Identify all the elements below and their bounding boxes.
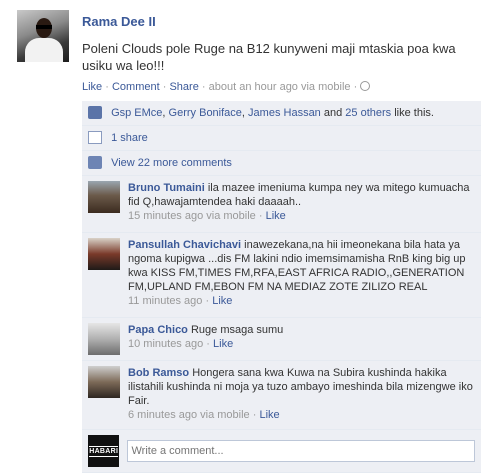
- comment-time[interactable]: 6 minutes ago via mobile: [128, 409, 250, 421]
- comment-time[interactable]: 15 minutes ago via mobile: [128, 210, 256, 222]
- share-link[interactable]: Share: [169, 81, 198, 93]
- meta-separator: ·: [206, 338, 214, 350]
- comment-item: Papa Chico Ruge msaga sumu 10 minutes ag…: [82, 318, 481, 361]
- post-meta: Like · Comment · Share · about an hour a…: [82, 81, 371, 93]
- comment-bubble-icon: [88, 156, 102, 169]
- likes-summary: Gsp EMce, Gerry Boniface, James Hassan a…: [82, 101, 481, 126]
- shares-row: 1 share: [82, 126, 481, 151]
- comment-meta: 11 minutes ago · Like: [128, 294, 473, 308]
- thumbs-up-icon: [88, 106, 102, 119]
- comment-meta: 10 minutes ago · Like: [128, 337, 473, 351]
- comment-composer: HABARI: [82, 430, 481, 473]
- commenter-avatar[interactable]: [88, 181, 120, 213]
- feed-story: Rama Dee II Poleni Clouds pole Ruge na B…: [0, 0, 498, 473]
- comment-body: Pansullah Chavichavi inawezekana,na hii …: [128, 238, 473, 312]
- comment-time[interactable]: 10 minutes ago: [128, 338, 203, 350]
- liker-name[interactable]: Gsp EMce: [111, 107, 162, 119]
- likes-others-link[interactable]: 25 others: [345, 107, 391, 119]
- comment-item: Bob Ramso Hongera sana kwa Kuwa na Subir…: [82, 361, 481, 430]
- comment-like-link[interactable]: Like: [266, 210, 286, 222]
- meta-separator: ·: [105, 81, 112, 93]
- commenter-avatar[interactable]: [88, 323, 120, 355]
- view-more-comments-link[interactable]: View 22 more comments: [111, 157, 232, 169]
- viewer-avatar[interactable]: HABARI: [88, 435, 120, 467]
- meta-separator: ·: [353, 81, 361, 93]
- comment-like-link[interactable]: Like: [213, 338, 233, 350]
- globe-icon[interactable]: [360, 81, 371, 91]
- commenter-avatar[interactable]: [88, 238, 120, 270]
- meta-separator: ·: [201, 81, 209, 93]
- meta-separator: ·: [258, 210, 266, 222]
- feedback-section: Gsp EMce, Gerry Boniface, James Hassan a…: [82, 98, 481, 473]
- share-icon: [88, 131, 102, 144]
- liker-name[interactable]: James Hassan: [248, 107, 321, 119]
- like-link[interactable]: Like: [82, 81, 102, 93]
- commenter-avatar[interactable]: [88, 366, 120, 398]
- comment-author[interactable]: Bruno Tumaini: [128, 182, 205, 194]
- view-more-comments-row[interactable]: View 22 more comments: [82, 151, 481, 176]
- liker-name[interactable]: Gerry Boniface: [169, 107, 242, 119]
- comment-body: Bruno Tumaini ila mazee imeniuma kumpa n…: [128, 181, 473, 227]
- comment-text: Ruge msaga sumu: [190, 324, 284, 336]
- comment-meta: 6 minutes ago via mobile · Like: [128, 408, 473, 422]
- comment-author[interactable]: Bob Ramso: [128, 367, 189, 379]
- likes-and-text: and: [323, 107, 343, 119]
- comment-author[interactable]: Pansullah Chavichavi: [128, 239, 241, 251]
- comment-like-link[interactable]: Like: [212, 295, 232, 307]
- comment-body: Bob Ramso Hongera sana kwa Kuwa na Subir…: [128, 366, 473, 424]
- comment-input[interactable]: [127, 440, 475, 462]
- comment-time[interactable]: 11 minutes ago: [128, 295, 202, 307]
- viewer-avatar-text: HABARI: [89, 445, 119, 457]
- comment-meta: 15 minutes ago via mobile · Like: [128, 209, 473, 223]
- comment-item: Pansullah Chavichavi inawezekana,na hii …: [82, 233, 481, 318]
- post-message: Poleni Clouds pole Ruge na B12 kunyweni …: [82, 41, 456, 73]
- post-timestamp[interactable]: about an hour ago via mobile: [209, 81, 351, 93]
- shares-count-link[interactable]: 1 share: [111, 132, 148, 144]
- post-author[interactable]: Rama Dee II: [82, 14, 156, 29]
- likes-suffix: like this.: [394, 107, 434, 119]
- comment-author[interactable]: Papa Chico: [128, 324, 188, 336]
- comment-link[interactable]: Comment: [112, 81, 160, 93]
- avatar-figure-sunglasses: [36, 25, 52, 29]
- comment-like-link[interactable]: Like: [259, 409, 279, 421]
- author-avatar[interactable]: [17, 10, 69, 62]
- comment-item: Bruno Tumaini ila mazee imeniuma kumpa n…: [82, 176, 481, 233]
- avatar-figure-body: [25, 38, 63, 62]
- comment-body: Papa Chico Ruge msaga sumu 10 minutes ag…: [128, 323, 473, 355]
